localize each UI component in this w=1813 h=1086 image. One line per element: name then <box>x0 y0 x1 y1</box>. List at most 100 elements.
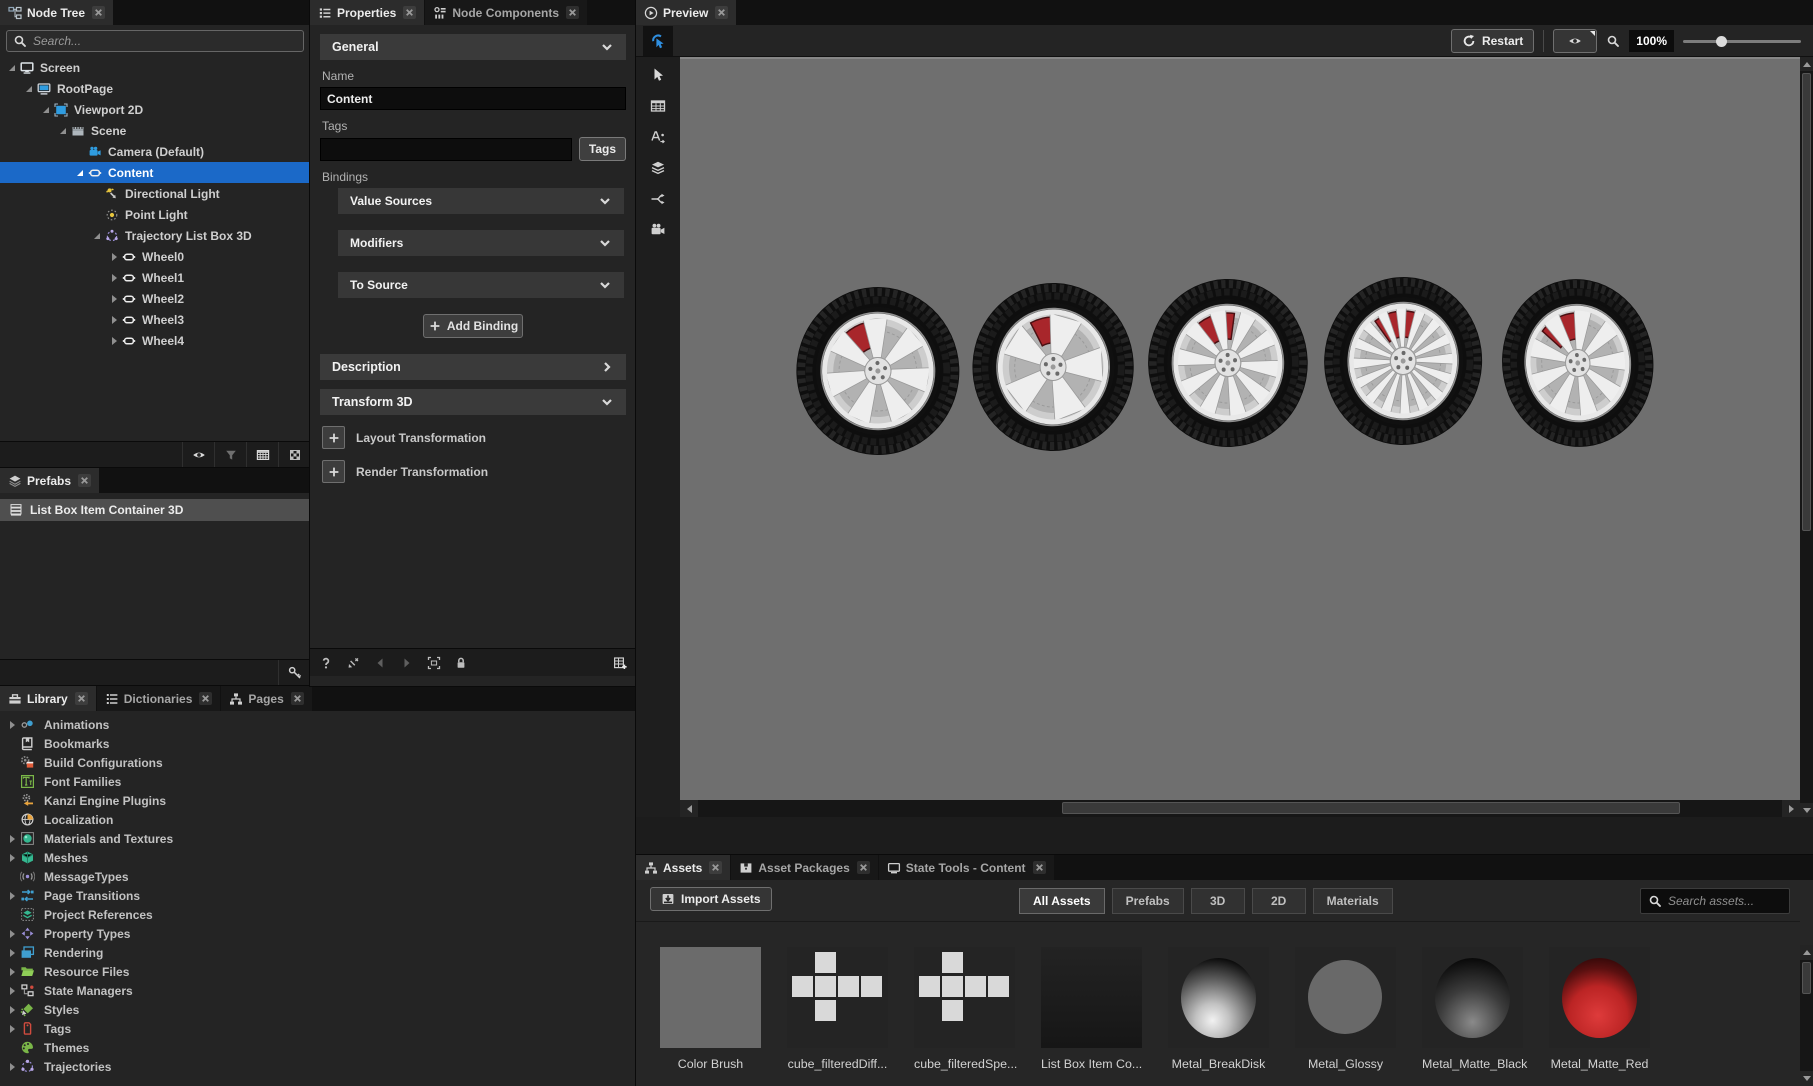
close-icon[interactable] <box>566 6 579 19</box>
library-item-property-types[interactable]: Property Types <box>0 924 636 943</box>
expander-icon[interactable] <box>108 272 120 284</box>
expander-icon[interactable] <box>6 1061 18 1073</box>
node-tree-search-input[interactable] <box>33 34 297 48</box>
asset-metal-glossy[interactable]: Metal_Glossy <box>1295 947 1396 1071</box>
assets-search-input[interactable] <box>1668 894 1782 908</box>
expander-icon[interactable] <box>6 852 18 864</box>
close-icon[interactable] <box>78 474 91 487</box>
flow-icon[interactable] <box>650 191 666 207</box>
close-icon[interactable] <box>403 6 416 19</box>
library-item-kanzi-engine-plugins[interactable]: Kanzi Engine Plugins <box>0 791 636 810</box>
expander-icon[interactable] <box>6 719 18 731</box>
tree-item-directional-light[interactable]: Directional Light <box>0 183 310 204</box>
expander-icon[interactable] <box>108 251 120 263</box>
tab-prefabs[interactable]: Prefabs <box>0 468 99 493</box>
library-item-materials-and-textures[interactable]: Materials and Textures <box>0 829 636 848</box>
tab-dictionaries[interactable]: Dictionaries <box>97 686 221 711</box>
assets-scroll-up-button[interactable] <box>1800 945 1813 960</box>
back-icon[interactable] <box>373 656 387 670</box>
add-layout-transformation-button[interactable] <box>322 426 345 449</box>
expander-icon[interactable] <box>23 83 35 95</box>
library-item-resource-files[interactable]: Resource Files <box>0 962 636 981</box>
import-assets-button[interactable]: Import Assets <box>650 887 772 911</box>
assets-scroll-down-button[interactable] <box>1800 1071 1813 1086</box>
expander-icon[interactable] <box>6 947 18 959</box>
expander-icon[interactable] <box>6 985 18 997</box>
tree-item-wheel1[interactable]: Wheel1 <box>0 267 310 288</box>
grid-table-icon[interactable] <box>650 98 666 114</box>
text-tool-icon[interactable] <box>650 129 666 145</box>
scroll-down-button[interactable] <box>1800 803 1813 817</box>
close-icon[interactable] <box>291 692 304 705</box>
expander-icon[interactable] <box>6 1023 18 1035</box>
tab-properties[interactable]: Properties <box>310 0 424 25</box>
filter-prefabs[interactable]: Prefabs <box>1112 888 1184 914</box>
tags-field[interactable] <box>320 138 572 161</box>
node-tree-search[interactable] <box>6 30 304 52</box>
tree-item-wheel4[interactable]: Wheel4 <box>0 330 310 351</box>
assets-search[interactable] <box>1640 888 1790 914</box>
tab-library[interactable]: Library <box>0 686 96 711</box>
add-property-icon[interactable] <box>613 656 627 670</box>
interact-tool-button[interactable] <box>643 26 673 56</box>
library-item-state-managers[interactable]: State Managers <box>0 981 636 1000</box>
binding-group-modifiers[interactable]: Modifiers <box>338 230 624 256</box>
library-item-rendering[interactable]: Rendering <box>0 943 636 962</box>
asset-metal-matte-red[interactable]: Metal_Matte_Red <box>1549 947 1650 1071</box>
expander-icon[interactable] <box>108 335 120 347</box>
preview-viewport[interactable] <box>680 57 1800 800</box>
library-item-font-families[interactable]: Font Families <box>0 772 636 791</box>
expander-icon[interactable] <box>6 1004 18 1016</box>
filter-3d[interactable]: 3D <box>1191 888 1245 914</box>
hscroll-thumb[interactable] <box>1062 802 1680 814</box>
tags-button[interactable]: Tags <box>579 137 626 161</box>
help-icon[interactable] <box>319 656 333 670</box>
camera-rec-icon[interactable] <box>650 222 666 238</box>
tree-item-point-light[interactable]: Point Light <box>0 204 310 225</box>
checkerboard-button[interactable] <box>278 442 310 468</box>
close-icon[interactable] <box>709 861 722 874</box>
expander-icon[interactable] <box>108 293 120 305</box>
grid-button[interactable] <box>246 442 278 468</box>
key-button[interactable] <box>278 660 310 686</box>
expander-icon[interactable] <box>6 62 18 74</box>
tree-item-wheel3[interactable]: Wheel3 <box>0 309 310 330</box>
tree-item-viewport-2d[interactable]: Viewport 2D <box>0 99 310 120</box>
library-item-animations[interactable]: Animations <box>0 715 636 734</box>
tab-pages[interactable]: Pages <box>221 686 311 711</box>
vscroll-thumb[interactable] <box>1802 73 1811 531</box>
scroll-right-button[interactable] <box>1782 800 1800 817</box>
tab-node-components[interactable]: Node Components <box>425 0 587 25</box>
filter-2d[interactable]: 2D <box>1252 888 1306 914</box>
asset-list-box-item-co[interactable]: List Box Item Co... <box>1041 947 1142 1071</box>
close-icon[interactable] <box>75 692 88 705</box>
zoom-slider[interactable] <box>1683 40 1801 43</box>
expander-icon[interactable] <box>6 966 18 978</box>
library-item-themes[interactable]: Themes <box>0 1038 636 1057</box>
binding-group-to-source[interactable]: To Source <box>338 272 624 298</box>
pointer-icon[interactable] <box>650 67 666 83</box>
close-icon[interactable] <box>715 6 728 19</box>
binding-group-value-sources[interactable]: Value Sources <box>338 188 624 214</box>
section-general[interactable]: General <box>320 34 626 60</box>
expander-icon[interactable] <box>57 125 69 137</box>
tree-item-screen[interactable]: Screen <box>0 57 310 78</box>
tree-item-camera-default[interactable]: Camera (Default) <box>0 141 310 162</box>
library-item-tags[interactable]: Tags <box>0 1019 636 1038</box>
add-binding-button[interactable]: Add Binding <box>423 314 523 338</box>
prefab-item-list-box-item-container-3d[interactable]: List Box Item Container 3D <box>0 499 310 521</box>
expander-icon[interactable] <box>6 928 18 940</box>
tab-node-tree[interactable]: Node Tree <box>0 0 113 25</box>
library-item-localization[interactable]: Localization <box>0 810 636 829</box>
scroll-up-button[interactable] <box>1800 57 1813 71</box>
scroll-left-button[interactable] <box>680 800 698 817</box>
zoom-slider-knob[interactable] <box>1716 36 1727 47</box>
asset-cube-filtereddiff[interactable]: cube_filteredDiff... <box>787 947 888 1071</box>
forward-icon[interactable] <box>400 656 414 670</box>
close-icon[interactable] <box>857 861 870 874</box>
library-item-messagetypes[interactable]: MessageTypes <box>0 867 636 886</box>
library-item-meshes[interactable]: Meshes <box>0 848 636 867</box>
tree-item-content[interactable]: Content <box>0 162 310 183</box>
asset-color-brush[interactable]: Color Brush <box>660 947 761 1071</box>
lock-icon[interactable] <box>454 656 468 670</box>
